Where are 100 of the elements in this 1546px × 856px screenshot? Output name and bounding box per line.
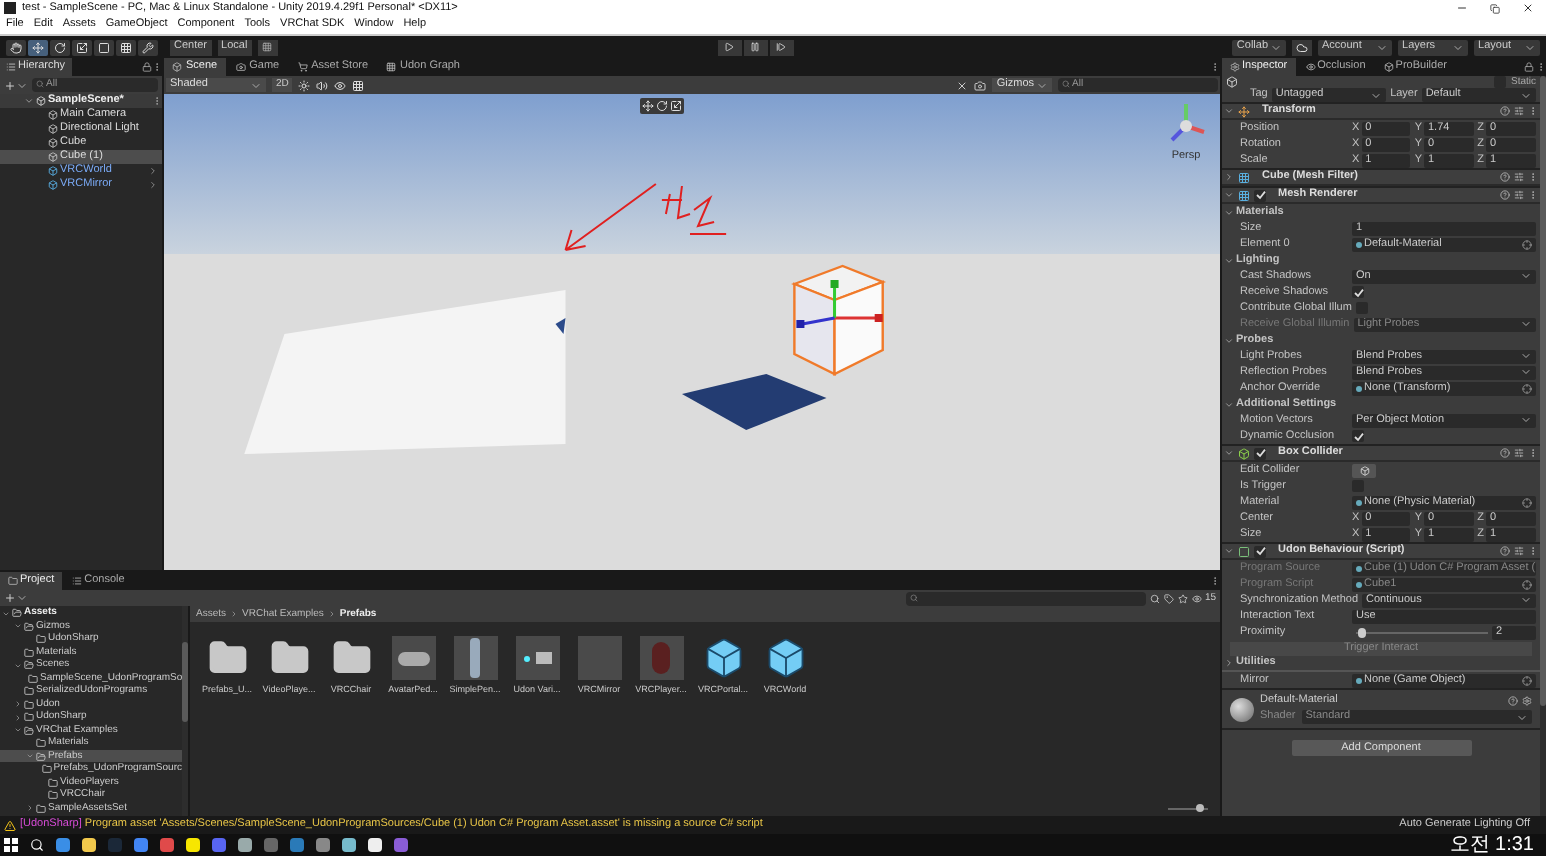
scale-icon[interactable] (670, 100, 682, 113)
scene-icon (36, 96, 46, 107)
lock-icon[interactable] (1524, 62, 1534, 73)
prefab-cube-icon (48, 180, 58, 191)
slider-thumb[interactable] (1358, 627, 1367, 638)
minimize-icon[interactable] (1456, 2, 1468, 15)
help-icon[interactable] (1508, 695, 1518, 706)
help-icon[interactable] (1500, 546, 1510, 557)
prefab-cube-icon[interactable] (701, 636, 745, 681)
target-icon[interactable] (1522, 579, 1532, 590)
cube-icon (1383, 62, 1394, 73)
caret-icon (250, 79, 262, 92)
search-icon (910, 593, 919, 602)
pen-thumbnail[interactable] (453, 636, 497, 681)
small-object (555, 318, 566, 335)
tag-icon[interactable] (1164, 593, 1175, 604)
target-icon[interactable] (1522, 383, 1532, 394)
audio-toggle-icon[interactable] (316, 79, 329, 92)
play-icon[interactable] (724, 42, 735, 53)
scale-tool-icon[interactable] (76, 41, 88, 54)
folder-icon[interactable] (207, 638, 247, 679)
lock-icon[interactable] (142, 62, 152, 73)
checkbox[interactable] (1352, 480, 1364, 493)
tools-icon[interactable] (956, 79, 969, 92)
prefab-cube-icon[interactable] (763, 636, 807, 681)
pedestal-thumbnail[interactable] (391, 636, 435, 681)
presets-icon[interactable] (1514, 190, 1524, 201)
search-by-type-icon[interactable] (1150, 593, 1161, 604)
cube-icon (48, 152, 58, 163)
presets-icon[interactable] (1514, 546, 1524, 557)
target-icon[interactable] (1522, 239, 1532, 250)
grid-icon (1238, 171, 1250, 184)
close-icon[interactable] (1522, 2, 1534, 15)
grid-icon (1238, 189, 1250, 202)
help-icon[interactable] (1500, 106, 1510, 117)
checkbox[interactable] (1352, 286, 1364, 299)
restore-icon[interactable] (1490, 3, 1500, 14)
help-icon[interactable] (1500, 190, 1510, 201)
folder-icon[interactable] (331, 638, 371, 679)
presets-icon[interactable] (1514, 172, 1524, 183)
list-icon (6, 62, 16, 73)
help-icon[interactable] (1500, 448, 1510, 459)
move-tool-icon[interactable] (32, 41, 44, 54)
search-icon (36, 80, 44, 89)
cloud-icon[interactable] (1296, 41, 1309, 54)
rotate-icon[interactable] (656, 100, 668, 113)
step-icon[interactable] (776, 42, 787, 53)
target-icon[interactable] (1522, 675, 1532, 686)
star-icon[interactable] (1178, 593, 1189, 604)
custom-tool-icon[interactable] (142, 41, 154, 54)
caret-icon (1516, 711, 1528, 724)
snap-icon[interactable] (262, 42, 273, 53)
prefab-cube-icon (48, 166, 58, 177)
caret-icon (1520, 414, 1532, 427)
cube-icon (48, 110, 58, 121)
search-field[interactable] (906, 591, 1147, 606)
caret-icon (1520, 318, 1532, 331)
cube-drawing[interactable] (791, 265, 887, 377)
camera-thumbnail[interactable] (515, 636, 559, 681)
effects-toggle-icon[interactable] (334, 79, 347, 92)
checkbox[interactable] (1254, 447, 1266, 460)
checkbox[interactable] (1254, 189, 1266, 202)
help-icon[interactable] (1500, 172, 1510, 183)
caret-icon (1520, 270, 1532, 283)
plus-icon (4, 592, 16, 605)
search-icon[interactable] (30, 838, 44, 853)
disc-thumbnail[interactable] (639, 636, 683, 681)
presets-icon[interactable] (1514, 106, 1524, 117)
folder-icon[interactable] (269, 638, 309, 679)
checkbox[interactable] (1352, 430, 1364, 443)
cube-icon (172, 62, 182, 73)
search-icon (1062, 80, 1070, 89)
unity-logo-icon (4, 2, 16, 15)
target-icon[interactable] (1522, 497, 1532, 508)
hand-tool-icon[interactable] (10, 41, 22, 54)
checkbox[interactable] (1494, 76, 1507, 89)
eye-icon (1305, 62, 1316, 73)
rotate-tool-icon[interactable] (54, 41, 66, 54)
settings-icon[interactable] (1522, 695, 1532, 706)
cube-icon (1226, 76, 1238, 89)
grid-toggle-icon[interactable] (352, 79, 365, 92)
checkbox[interactable] (1254, 545, 1266, 558)
transform-icon (1238, 105, 1250, 118)
folder-icon (8, 576, 18, 587)
caret-icon (1520, 89, 1533, 102)
presets-icon[interactable] (1514, 448, 1524, 459)
camera-icon[interactable] (974, 79, 987, 92)
move-icon[interactable] (642, 100, 654, 113)
transform-tool-icon[interactable] (120, 41, 132, 54)
create-button[interactable] (4, 592, 28, 605)
rect-tool-icon[interactable] (98, 41, 110, 54)
create-button[interactable] (4, 79, 28, 92)
script-icon (1238, 545, 1250, 558)
start-button[interactable] (4, 838, 18, 853)
caret-icon (1036, 79, 1048, 92)
edit-collider-icon[interactable] (1359, 465, 1369, 476)
pause-icon[interactable] (750, 42, 761, 53)
icon-size-slider-thumb[interactable] (1196, 804, 1204, 813)
blank-thumbnail[interactable] (577, 636, 621, 681)
lighting-toggle-icon[interactable] (298, 79, 311, 92)
